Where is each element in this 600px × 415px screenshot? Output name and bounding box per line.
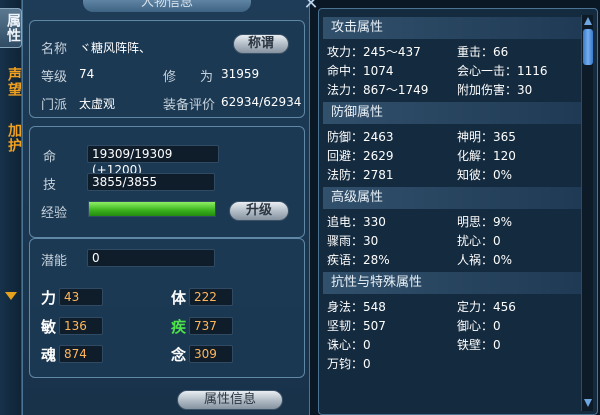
title-button[interactable]: 称谓 bbox=[233, 34, 289, 54]
attr-value: 身法：548 bbox=[327, 300, 386, 314]
attr-value: 命中：1074 bbox=[327, 64, 394, 78]
attr-value: 诛心：0 bbox=[327, 338, 371, 352]
attr-section-header: 抗性与特殊属性 bbox=[323, 272, 581, 294]
stat-agility-value: 136 bbox=[59, 317, 103, 335]
attr-value: 疾语：28% bbox=[327, 253, 390, 267]
attr-value: 化解：120 bbox=[457, 149, 516, 163]
attr-value: 神明：365 bbox=[457, 130, 516, 144]
tab-protection[interactable]: 加护 bbox=[0, 118, 22, 158]
stat-speed-label: 疾 bbox=[171, 318, 187, 336]
scroll-up-icon[interactable] bbox=[583, 15, 593, 27]
attr-section-header: 攻击属性 bbox=[323, 17, 581, 39]
attr-value: 攻力：245～437 bbox=[327, 45, 421, 59]
attr-value: 回避：2629 bbox=[327, 149, 394, 163]
level-value: 74 bbox=[79, 67, 95, 81]
potential-field: 0 bbox=[87, 249, 215, 267]
side-tab-strip: 属性 声望 加护 bbox=[0, 0, 22, 415]
name-label: 名称 bbox=[41, 42, 68, 57]
attr-value: 重击：66 bbox=[457, 45, 509, 59]
attr-value: 万钧：0 bbox=[327, 357, 371, 371]
cultivation-value: 31959 bbox=[221, 67, 260, 81]
attr-section-header: 防御属性 bbox=[323, 102, 581, 124]
stat-agility-label: 敏 bbox=[41, 318, 57, 336]
attributes-scrollbar[interactable] bbox=[581, 15, 593, 411]
attributes-panel: 攻击属性攻力：245～437 重击：66 命中：1074 会心一击：1116 法力：86… bbox=[318, 8, 598, 415]
panel-title: 人物信息 bbox=[83, 0, 251, 12]
equip-rating-label: 装备评价 bbox=[163, 98, 216, 113]
stat-mind-label: 念 bbox=[171, 346, 187, 364]
attr-value: 追电：330 bbox=[327, 215, 386, 229]
stat-constitution-value: 222 bbox=[189, 288, 233, 306]
attr-value: 法防：2781 bbox=[327, 168, 394, 182]
attr-value: 御心：0 bbox=[457, 319, 501, 333]
attr-value: 法力：867～1749 bbox=[327, 83, 429, 97]
hp-label: 命 bbox=[43, 150, 57, 165]
stat-strength-label: 力 bbox=[41, 289, 57, 307]
scroll-down-icon[interactable] bbox=[583, 397, 593, 409]
attr-section-header: 高级属性 bbox=[323, 187, 581, 209]
scrollbar-thumb[interactable] bbox=[583, 29, 593, 65]
stat-soul-value: 874 bbox=[59, 345, 103, 363]
attr-value: 坚韧：507 bbox=[327, 319, 386, 333]
stat-constitution-label: 体 bbox=[171, 289, 187, 307]
level-label: 等级 bbox=[41, 70, 68, 85]
stat-mind-value: 309 bbox=[189, 345, 233, 363]
tab-scroll-down-icon[interactable] bbox=[5, 292, 17, 300]
sect-label: 门派 bbox=[41, 98, 68, 113]
attr-value: 人祸：0% bbox=[457, 253, 513, 267]
stat-soul-label: 魂 bbox=[41, 346, 57, 364]
attr-value: 扰心：0 bbox=[457, 234, 501, 248]
attr-value: 附加伤害：30 bbox=[457, 83, 533, 97]
attr-value: 骤雨：30 bbox=[327, 234, 379, 248]
attr-value: 会心一击：1116 bbox=[457, 64, 548, 78]
attr-value: 明思：9% bbox=[457, 215, 513, 229]
stat-strength-value: 43 bbox=[59, 288, 103, 306]
attribute-info-button[interactable]: 属性信息 bbox=[177, 390, 283, 410]
tab-attributes[interactable]: 属性 bbox=[0, 8, 22, 48]
exp-bar-fill bbox=[89, 202, 215, 216]
attr-value: 铁壁：0 bbox=[457, 338, 501, 352]
attr-value: 知彼：0% bbox=[457, 168, 513, 182]
equip-rating-value: 62934/62934 bbox=[221, 95, 302, 109]
tab-reputation[interactable]: 声望 bbox=[0, 62, 22, 102]
character-panel: 人物信息 ✕ 名称 ヾ糖风阵阵、 称谓 等级 74 修为 31959 门派 太虚… bbox=[22, 0, 319, 415]
skill-label: 技 bbox=[43, 178, 57, 193]
sect-value: 太虚观 bbox=[79, 97, 116, 111]
attr-value: 防御：2463 bbox=[327, 130, 394, 144]
upgrade-button[interactable]: 升级 bbox=[229, 201, 289, 221]
skill-field: 3855/3855 bbox=[87, 173, 215, 191]
exp-bar bbox=[88, 201, 216, 217]
exp-label: 经验 bbox=[41, 206, 68, 221]
potential-label: 潜能 bbox=[41, 254, 68, 269]
attr-value: 定力：456 bbox=[457, 300, 516, 314]
hp-field: 19309/19309 (+1200) bbox=[87, 145, 219, 177]
name-value: ヾ糖风阵阵、 bbox=[79, 41, 152, 55]
stat-speed-value: 737 bbox=[189, 317, 233, 335]
